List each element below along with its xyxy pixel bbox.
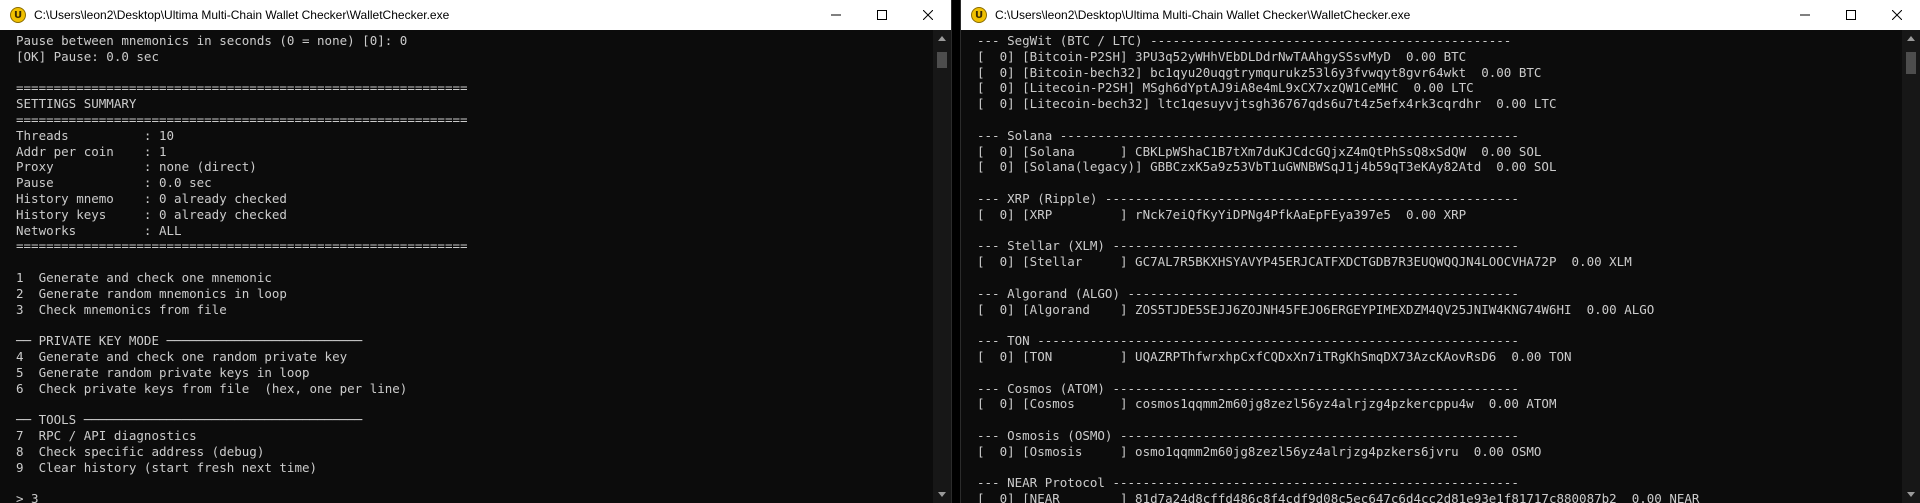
console-line: 5 Generate random private keys in loop <box>16 364 310 380</box>
console-line: [ 0] [Litecoin-bech32] ltc1qesuyvjtsgh36… <box>977 96 1557 112</box>
console-line: [OK] Pause: 0.0 sec <box>16 48 159 64</box>
vertical-scrollbar[interactable] <box>1902 30 1920 503</box>
console-line: [ 0] [Solana(legacy)] GBBCzxK5a9z53VbT1u… <box>977 159 1557 175</box>
scroll-up-arrow[interactable] <box>933 30 951 47</box>
caret-down-icon <box>938 492 946 497</box>
console-line: [ 0] [Algorand ] ZOS5TJDE5SEJJ6ZOJNH45FE… <box>977 301 1655 317</box>
scroll-down-arrow[interactable] <box>933 486 951 503</box>
console-window-left[interactable]: U C:\Users\leon2\Desktop\Ultima Multi-Ch… <box>0 0 952 503</box>
scroll-down-arrow[interactable] <box>1902 486 1920 503</box>
console-line: History mnemo : 0 already checked <box>16 190 287 206</box>
console-line: [ 0] [Osmosis ] osmo1qqmm2m60jg8zezl56yz… <box>977 443 1542 459</box>
console-line: Pause between mnemonics in seconds (0 = … <box>16 33 408 48</box>
console-line: Proxy : none (direct) <box>16 159 257 175</box>
close-button[interactable] <box>1874 0 1920 30</box>
console-line: SETTINGS SUMMARY <box>16 96 137 112</box>
minimize-icon <box>831 14 841 16</box>
console-line: ── TOOLS ───────────────────────────────… <box>16 412 363 428</box>
console-line: --- Solana -----------------------------… <box>977 127 1519 143</box>
caret-down-icon <box>1907 492 1915 497</box>
console-line: --- TON --------------------------------… <box>977 333 1519 349</box>
close-button[interactable] <box>905 0 951 30</box>
minimize-button[interactable] <box>813 0 859 30</box>
title-bar[interactable]: U C:\Users\leon2\Desktop\Ultima Multi-Ch… <box>0 0 951 30</box>
console-line: Networks : ALL <box>16 222 182 238</box>
window-title: C:\Users\leon2\Desktop\Ultima Multi-Chai… <box>34 8 450 22</box>
app-icon: U <box>10 7 26 23</box>
console-line: [ 0] [NEAR ] 81d7a24d8cffd486c8f4cdf9d08… <box>977 491 1700 503</box>
console-line: ── PRIVATE KEY MODE ────────────────────… <box>16 333 363 349</box>
console-line: [ 0] [Bitcoin-bech32] bc1qyu20uqgtrymqur… <box>977 64 1542 80</box>
close-icon <box>923 10 933 20</box>
app-icon: U <box>971 7 987 23</box>
console-line: 7 RPC / API diagnostics <box>16 427 197 443</box>
console-line: --- Cosmos (ATOM) ----------------------… <box>977 380 1519 396</box>
console-line: Addr per coin : 1 <box>16 143 167 159</box>
console-line: 3 Check mnemonics from file <box>16 301 227 317</box>
console-line: --- Algorand (ALGO) --------------------… <box>977 285 1519 301</box>
console-line: [ 0] [Stellar ] GC7AL7R5BKXHSYAVYP45ERJC… <box>977 254 1632 270</box>
maximize-icon <box>877 10 887 20</box>
console-output[interactable]: Pause between mnemonics in seconds (0 = … <box>0 30 933 503</box>
console-line: History keys : 0 already checked <box>16 206 287 222</box>
console-line: ========================================… <box>16 238 468 254</box>
minimize-button[interactable] <box>1782 0 1828 30</box>
console-line: [ 0] [Cosmos ] cosmos1qqmm2m60jg8zezl56y… <box>977 396 1557 412</box>
console-line: --- Stellar (XLM) ----------------------… <box>977 238 1519 254</box>
console-line: 1 Generate and check one mnemonic <box>16 269 272 285</box>
console-line: > 3 <box>16 491 39 503</box>
caret-up-icon <box>1907 36 1915 41</box>
scroll-thumb[interactable] <box>937 52 947 68</box>
console-line: ========================================… <box>16 80 468 96</box>
scroll-thumb[interactable] <box>1906 52 1916 74</box>
vertical-scrollbar[interactable] <box>933 30 951 503</box>
console-line: Pause : 0.0 sec <box>16 175 212 191</box>
console-line: --- Osmosis (OSMO) ---------------------… <box>977 427 1519 443</box>
minimize-icon <box>1800 14 1810 16</box>
maximize-button[interactable] <box>1828 0 1874 30</box>
close-icon <box>1892 10 1902 20</box>
console-line: 4 Generate and check one random private … <box>16 348 348 364</box>
console-line: 2 Generate random mnemonics in loop <box>16 285 287 301</box>
console-line: 8 Check specific address (debug) <box>16 443 265 459</box>
console-line: [ 0] [XRP ] rNck7eiQfKyYiDPNg4PfkAaEpFEy… <box>977 206 1467 222</box>
console-line: --- SegWit (BTC / LTC) -----------------… <box>977 33 1512 48</box>
console-line: [ 0] [Litecoin-P2SH] MSgh6dYptAJ9iA8e4mL… <box>977 80 1474 96</box>
maximize-icon <box>1846 10 1856 20</box>
console-line: ========================================… <box>16 111 468 127</box>
console-line: [ 0] [TON ] UQAZRPThfwrxhpCxfCQDxXn7iTRg… <box>977 348 1572 364</box>
console-line: Threads : 10 <box>16 127 175 143</box>
console-output[interactable]: --- SegWit (BTC / LTC) -----------------… <box>961 30 1902 503</box>
window-title: C:\Users\leon2\Desktop\Ultima Multi-Chai… <box>995 8 1411 22</box>
console-line: [ 0] [Bitcoin-P2SH] 3PU3q52yWHhVEbDLDdrN… <box>977 48 1467 64</box>
console-line: --- NEAR Protocol ----------------------… <box>977 475 1519 491</box>
scroll-up-arrow[interactable] <box>1902 30 1920 47</box>
title-bar[interactable]: U C:\Users\leon2\Desktop\Ultima Multi-Ch… <box>961 0 1920 30</box>
console-line: 9 Clear history (start fresh next time) <box>16 459 318 475</box>
console-line: [ 0] [Solana ] CBKLpWShaC1B7tXm7duKJCdcG… <box>977 143 1542 159</box>
caret-up-icon <box>938 36 946 41</box>
maximize-button[interactable] <box>859 0 905 30</box>
console-window-right[interactable]: U C:\Users\leon2\Desktop\Ultima Multi-Ch… <box>960 0 1920 503</box>
console-line: 6 Check private keys from file (hex, one… <box>16 380 408 396</box>
console-line: --- XRP (Ripple) -----------------------… <box>977 190 1519 206</box>
